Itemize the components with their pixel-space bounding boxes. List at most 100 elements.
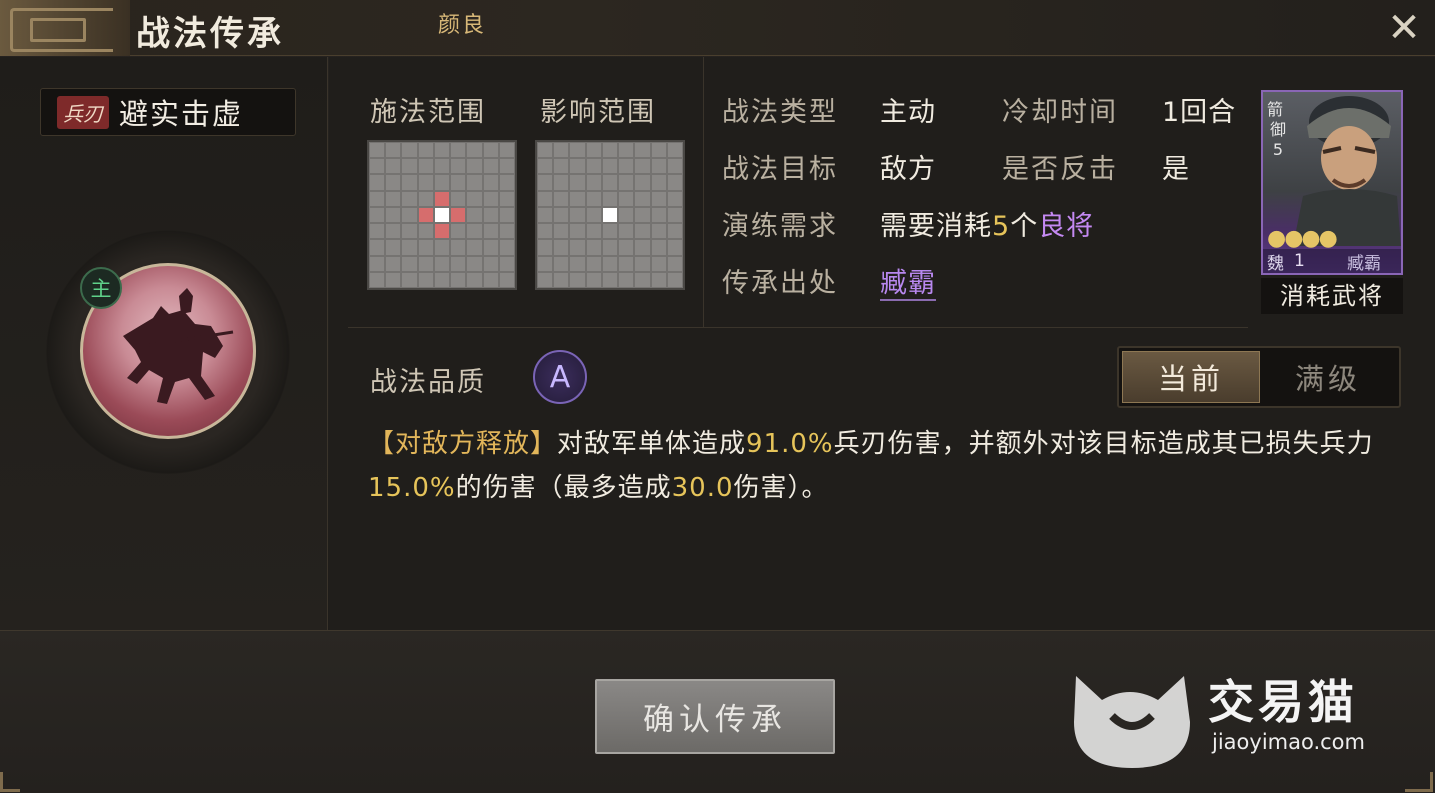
grid-cell xyxy=(418,143,433,158)
grid-cell xyxy=(434,207,450,223)
main-skill-marker: 主 xyxy=(80,267,122,309)
grid-cell xyxy=(586,256,601,271)
grid-cell xyxy=(538,143,553,158)
grid-cell xyxy=(370,272,385,287)
grid-cell xyxy=(483,143,498,158)
grid-cell xyxy=(667,240,682,255)
description-tag: 【对敌方释放】 xyxy=(368,429,558,459)
current-level-tab[interactable]: 当前 xyxy=(1122,351,1260,403)
quality-label: 战法品质 xyxy=(370,367,486,398)
grid-cell xyxy=(570,272,585,287)
source-general-link[interactable]: 臧霸 xyxy=(880,268,936,301)
grid-cell xyxy=(386,191,401,206)
card-stars: ●●●● xyxy=(1267,226,1338,251)
grid-cell xyxy=(418,175,433,190)
grid-cell xyxy=(483,207,498,223)
source-value[interactable]: 臧霸 xyxy=(880,261,936,301)
grid-cell xyxy=(667,143,682,158)
grid-cell xyxy=(499,256,514,271)
grid-cell xyxy=(570,224,585,239)
grid-cell xyxy=(418,240,433,255)
grid-cell xyxy=(499,272,514,287)
grid-cell xyxy=(667,207,682,223)
grid-cell xyxy=(402,207,417,223)
divider xyxy=(703,57,704,327)
grid-cell xyxy=(619,224,634,239)
card-footer: 魏 1 臧霸 xyxy=(1263,249,1401,273)
grid-cell xyxy=(418,256,433,271)
grid-cell xyxy=(635,256,650,271)
grid-cell xyxy=(554,207,569,223)
grid-cell xyxy=(418,191,433,206)
grid-cell xyxy=(651,191,666,206)
grid-cell xyxy=(651,272,666,287)
grid-cell xyxy=(635,240,650,255)
description-value: 91.0% xyxy=(746,429,834,459)
grid-cell xyxy=(554,191,569,206)
grid-cell xyxy=(619,143,634,158)
grid-cell xyxy=(586,240,601,255)
grid-cell xyxy=(538,272,553,287)
grid-cell xyxy=(635,143,650,158)
grid-cell xyxy=(402,272,417,287)
grid-cell xyxy=(651,224,666,239)
grid-cell xyxy=(667,256,682,271)
grid-cell xyxy=(370,240,385,255)
description-text: 兵刃伤害，并额外对该目标造成其已损失兵力 xyxy=(833,429,1374,459)
grid-cell xyxy=(434,191,450,206)
cast-range-label: 施法范围 xyxy=(370,97,486,128)
grid-cell xyxy=(635,175,650,190)
card-general-name: 臧霸 xyxy=(1347,253,1381,274)
grid-cell xyxy=(619,159,634,174)
grid-cell xyxy=(451,256,466,271)
card-level: 1 xyxy=(1294,251,1305,271)
grid-cell xyxy=(554,272,569,287)
grid-cell xyxy=(386,224,401,239)
general-portrait-icon xyxy=(1293,96,1401,246)
grid-cell xyxy=(635,224,650,239)
grid-cell xyxy=(386,240,401,255)
grid-cell xyxy=(451,159,466,174)
grid-cell xyxy=(538,159,553,174)
card-kingdom: 魏 xyxy=(1267,253,1284,274)
grid-cell xyxy=(538,207,553,223)
grid-cell xyxy=(554,159,569,174)
requirement-value: 需要消耗5个良将 xyxy=(880,204,1094,243)
grid-cell xyxy=(434,224,450,239)
confirm-inherit-button[interactable]: 确认传承 xyxy=(595,679,835,754)
skill-type-value: 主动 xyxy=(880,97,936,128)
general-card[interactable]: 箭 御5 ●●●● 魏 1 臧霸 xyxy=(1261,90,1403,275)
grid-cell xyxy=(434,143,450,158)
grid-cell xyxy=(499,207,514,223)
grid-cell xyxy=(635,159,650,174)
grid-cell xyxy=(499,240,514,255)
grid-cell xyxy=(586,224,601,239)
grid-cell xyxy=(602,191,618,206)
grid-cell xyxy=(538,256,553,271)
grid-cell xyxy=(418,272,433,287)
grid-cell xyxy=(451,143,466,158)
grid-cell xyxy=(602,143,618,158)
grid-cell xyxy=(499,191,514,206)
grid-cell xyxy=(667,272,682,287)
grid-cell xyxy=(483,159,498,174)
grid-cell xyxy=(570,256,585,271)
grid-cell xyxy=(467,224,482,239)
grid-cell xyxy=(619,191,634,206)
description-value: 15.0% xyxy=(368,473,456,503)
close-icon[interactable]: ✕ xyxy=(1382,6,1426,50)
card-rank-level: 5 xyxy=(1272,140,1284,159)
grid-cell xyxy=(554,175,569,190)
requirement-key: 演练需求 xyxy=(722,211,838,242)
description-text: 对敌军单体造成 xyxy=(557,429,747,459)
grid-cell xyxy=(434,175,450,190)
grid-cell xyxy=(570,240,585,255)
grid-cell xyxy=(667,159,682,174)
counter-value: 是 xyxy=(1162,154,1190,185)
divider xyxy=(348,327,1248,328)
grid-cell xyxy=(602,272,618,287)
grid-cell xyxy=(370,175,385,190)
grid-cell xyxy=(586,191,601,206)
max-level-tab[interactable]: 满级 xyxy=(1260,351,1396,403)
grid-cell xyxy=(538,240,553,255)
